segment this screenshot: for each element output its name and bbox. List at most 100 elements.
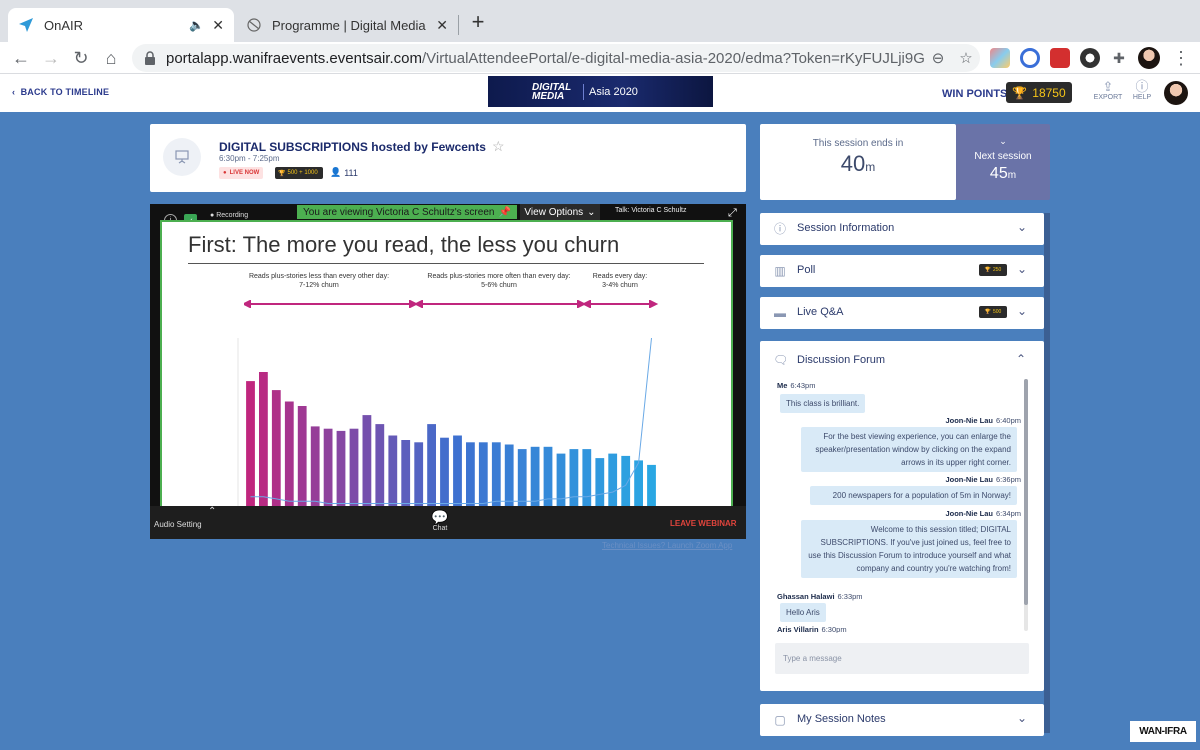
chevron-down-icon: ⌄ (999, 136, 1007, 146)
chart-bar (491, 442, 501, 506)
new-tab-button[interactable]: + (466, 11, 490, 35)
extension-icon[interactable] (990, 48, 1010, 68)
chart-bar (440, 437, 449, 506)
browser-tab-strip: OnAIR 🔈 ✕ Programme | Digital Media Asia… (0, 0, 1200, 42)
close-tab-icon[interactable]: ✕ (436, 17, 448, 34)
message-input[interactable]: Type a message (775, 643, 1029, 674)
live-qa-section[interactable]: ▬ Live Q&A 🏆 500 ⌄ (760, 297, 1044, 329)
chevron-down-icon: ⌄ (1016, 711, 1028, 725)
reload-icon[interactable]: ↻ (70, 47, 92, 69)
view-options-button[interactable]: View Options ⌄ (520, 204, 600, 220)
user-avatar[interactable] (1164, 81, 1188, 105)
discussion-forum: 🗨 Discussion Forum ⌃ Me 6:43pm This class… (760, 341, 1044, 691)
chart-bar (517, 449, 527, 506)
chart-bar (271, 390, 281, 506)
paper-plane-icon (18, 17, 34, 33)
presentation-icon (163, 138, 201, 176)
extension-icon[interactable] (1050, 48, 1070, 68)
globe-icon (246, 17, 262, 33)
message-bubble: This class is brilliant. (780, 394, 866, 413)
address-bar[interactable]: portalapp.wanifraevents.eventsair.com/Vi… (132, 44, 980, 72)
chevron-down-icon: ⌄ (1016, 304, 1028, 318)
recording-indicator: ● Recording (210, 212, 249, 219)
chevron-up-icon[interactable]: ⌃ (1016, 352, 1026, 366)
tab-divider (458, 15, 459, 35)
chart-trend-line (250, 337, 652, 504)
home-icon[interactable]: ⌂ (100, 47, 122, 69)
tab-title: OnAIR (44, 17, 84, 33)
chart-bar (504, 444, 514, 506)
message-header: Me 6:43pm (777, 381, 816, 390)
scrollbar-thumb[interactable] (1024, 379, 1028, 605)
help-button[interactable]: ⓘ HELP (1126, 79, 1158, 102)
extension-icon[interactable] (1080, 48, 1100, 68)
browser-toolbar: ← → ↻ ⌂ portalapp.wanifraevents.eventsai… (0, 42, 1200, 74)
session-information-section[interactable]: ⓘ Session Information ⌄ (760, 213, 1044, 245)
back-to-timeline-link[interactable]: ‹ BACK TO TIMELINE (12, 87, 109, 97)
chart-bar (647, 464, 656, 506)
puzzle-icon[interactable]: ✚ (1108, 47, 1130, 69)
poll-points-badge: 🏆 250 (979, 264, 1007, 276)
message-bubble: 200 newspapers for a population of 5m in… (810, 486, 1017, 505)
session-notes-section[interactable]: ▢ My Session Notes ⌄ (760, 704, 1044, 736)
chevron-down-icon: ⌄ (1016, 220, 1028, 234)
bar-chart-icon: ▥ (774, 264, 786, 278)
chart-bar (453, 435, 462, 506)
export-icon: ⇪ (1102, 79, 1114, 94)
forum-scrollbar[interactable] (1024, 379, 1028, 631)
back-arrow-icon[interactable]: ← (10, 47, 32, 69)
countdown-label: This session ends in (812, 138, 904, 149)
webinar-video[interactable]: i ✓ ● Recording You are viewing Victoria… (150, 204, 746, 539)
favorite-star-icon[interactable]: ☆ (492, 138, 505, 154)
next-session-label: Next session (974, 151, 1032, 162)
tab-onair[interactable]: OnAIR 🔈 ✕ (8, 8, 234, 42)
zoom-icon[interactable]: ⊖ (924, 49, 952, 67)
expand-icon[interactable]: ⤢ (728, 207, 737, 220)
chart-bar (349, 428, 359, 506)
chart-bar (478, 442, 488, 506)
tab-programme[interactable]: Programme | Digital Media Asia ✕ (236, 8, 458, 42)
message-bubble: Welcome to this session titled; DIGITAL … (801, 520, 1017, 578)
next-session-button[interactable]: ⌄ Next session 45m (956, 124, 1050, 200)
export-button[interactable]: ⇪ EXPORT (1092, 79, 1124, 102)
help-icon: ⓘ (1135, 79, 1149, 94)
message-header: Joon-Nie Lau 6:36pm (945, 475, 1021, 484)
forum-messages[interactable]: Me 6:43pm This class is brilliant. Joon-N… (773, 379, 1021, 633)
chat-button[interactable]: 💬 Chat (428, 509, 452, 532)
profile-avatar[interactable] (1138, 47, 1160, 69)
close-tab-icon[interactable]: ✕ (212, 17, 224, 34)
win-points-value: 18750 (1032, 85, 1066, 100)
poll-section[interactable]: ▥ Poll 🏆 250 ⌄ (760, 255, 1044, 287)
chart-bar (543, 446, 553, 506)
trophy-icon: 🏆 (1012, 85, 1028, 100)
trophy-icon: 🏆 (278, 170, 286, 177)
audio-setting-button[interactable]: Audio Setting (154, 520, 202, 529)
chart-bar (297, 406, 307, 506)
menu-dots-icon[interactable]: ⋮ (1170, 47, 1192, 69)
chart-bar (401, 440, 411, 506)
launch-zoom-link[interactable]: Technical Issues? Launch Zoom App (602, 541, 732, 550)
chat-bubbles-icon: 🗨 (773, 353, 789, 367)
extension-icon[interactable] (1020, 48, 1040, 68)
chat-bubble-icon: ▬ (774, 306, 786, 320)
session-countdown: This session ends in 40m (760, 124, 956, 200)
attendee-count: 👤 111 (330, 167, 358, 178)
lock-icon (145, 51, 155, 65)
panel-shadow (1044, 213, 1050, 733)
chart-bar (388, 435, 398, 506)
chart-bar (284, 401, 294, 506)
win-points-badge[interactable]: 🏆 18750 (1006, 82, 1072, 103)
next-session-value: 45m (989, 165, 1017, 182)
speaker-icon[interactable]: 🔈 (189, 18, 204, 32)
bookmark-star-icon[interactable]: ☆ (952, 49, 980, 67)
banner-brand: DIGITAL MEDIA (532, 81, 572, 102)
session-time: 6:30pm - 7:25pm (219, 154, 280, 163)
forward-arrow-icon[interactable]: → (40, 47, 62, 69)
chart-bar (530, 446, 540, 506)
message-header: Aris Villarin 6:30pm (777, 625, 847, 633)
chevron-up-icon[interactable]: ⌃ (208, 506, 216, 517)
chart-bar (427, 424, 436, 506)
leave-webinar-button[interactable]: LEAVE WEBINAR (670, 519, 737, 528)
session-title: DIGITAL SUBSCRIPTIONS hosted by Fewcents… (219, 138, 505, 154)
chart-bar (595, 458, 605, 506)
